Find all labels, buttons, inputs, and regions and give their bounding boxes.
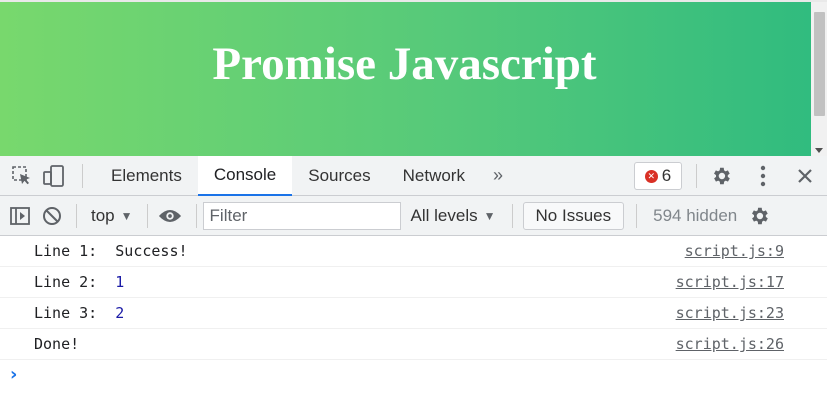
console-message: Line 1: Success! script.js:9: [0, 236, 827, 267]
more-tabs-chevron-icon[interactable]: »: [481, 165, 515, 186]
issues-button[interactable]: No Issues: [522, 201, 625, 230]
log-levels-value: All levels: [410, 205, 478, 225]
console-message-source-link[interactable]: script.js:26: [676, 335, 784, 353]
console-message: Done! script.js:26: [0, 329, 827, 360]
console-message: Line 2: 1 script.js:17: [0, 267, 827, 298]
toolbar-separator-1: [76, 203, 77, 228]
console-message-label: Line 3:: [34, 304, 116, 322]
error-count-badge[interactable]: ✕ 6: [634, 162, 682, 190]
console-message-label: Done!: [34, 335, 80, 353]
page-scrollbar[interactable]: [811, 2, 827, 156]
context-select[interactable]: top ▼: [83, 206, 141, 226]
console-sidebar-icon[interactable]: [8, 204, 32, 228]
kebab-menu-icon[interactable]: [751, 164, 775, 188]
device-toolbar-icon[interactable]: [42, 164, 66, 188]
console-message-value: Success!: [115, 242, 188, 260]
prompt-chevron-icon: ›: [10, 364, 18, 385]
scroll-down-arrow-icon[interactable]: [815, 148, 823, 153]
gear-icon[interactable]: [709, 164, 733, 188]
eye-icon[interactable]: [158, 204, 182, 228]
hidden-messages-count: 594 hidden: [653, 205, 738, 225]
console-message-value: 1: [115, 273, 125, 291]
toolbar-separator-2: [146, 203, 148, 228]
devtools-panel: Elements Console Sources Network » ✕ 6 t…: [0, 155, 827, 419]
toolbar-separator-4: [511, 203, 513, 228]
console-message-text: Line 2: 1: [34, 273, 124, 291]
console-message-source-link[interactable]: script.js:23: [676, 304, 784, 322]
filter-input[interactable]: [202, 201, 401, 230]
page-scrollbar-thumb[interactable]: [814, 12, 825, 116]
console-message-text: Line 1: Success!: [34, 242, 188, 260]
devtools-tabbar: Elements Console Sources Network » ✕ 6: [0, 155, 827, 196]
page-viewport: Promise Javascript: [0, 0, 827, 156]
tabbar-separator: [82, 163, 83, 188]
console-output[interactable]: Line 1: Success! script.js:9 Line 2: 1 s…: [0, 236, 827, 390]
console-message-value: 2: [115, 304, 125, 322]
tab-sources[interactable]: Sources: [292, 156, 386, 196]
console-message-label: Line 1:: [34, 242, 116, 260]
toolbar-separator-5: [636, 203, 638, 228]
tab-elements[interactable]: Elements: [95, 156, 198, 196]
console-prompt[interactable]: ›: [0, 360, 827, 390]
log-levels-select[interactable]: All levels ▼: [401, 206, 506, 226]
console-message-text: Done!: [34, 335, 79, 353]
console-message-source-link[interactable]: script.js:17: [676, 273, 784, 291]
console-message-text: Line 3: 2: [34, 304, 124, 322]
close-icon[interactable]: [793, 164, 817, 188]
console-message: Line 3: 2 script.js:23: [0, 298, 827, 329]
console-message-source-link[interactable]: script.js:9: [685, 242, 784, 260]
dropdown-caret-icon: ▼: [483, 208, 496, 223]
tab-console[interactable]: Console: [197, 155, 293, 196]
page-title: Promise Javascript: [212, 38, 597, 90]
error-count: 6: [661, 166, 672, 185]
inspect-element-icon[interactable]: [10, 164, 34, 188]
dropdown-caret-icon: ▼: [120, 208, 133, 223]
tabbar-right-tools: [690, 156, 827, 196]
console-message-label: Line 2:: [34, 273, 116, 291]
tabbar-separator-right: [696, 164, 697, 188]
clear-console-icon[interactable]: [40, 204, 64, 228]
context-select-value: top: [91, 205, 115, 225]
tab-network[interactable]: Network: [387, 156, 481, 196]
error-icon: ✕: [644, 169, 658, 183]
console-toolbar: top ▼ All levels ▼ No Issues 594 hidden: [0, 196, 827, 236]
console-settings-gear-icon[interactable]: [747, 204, 771, 228]
toolbar-separator-3: [195, 203, 197, 228]
